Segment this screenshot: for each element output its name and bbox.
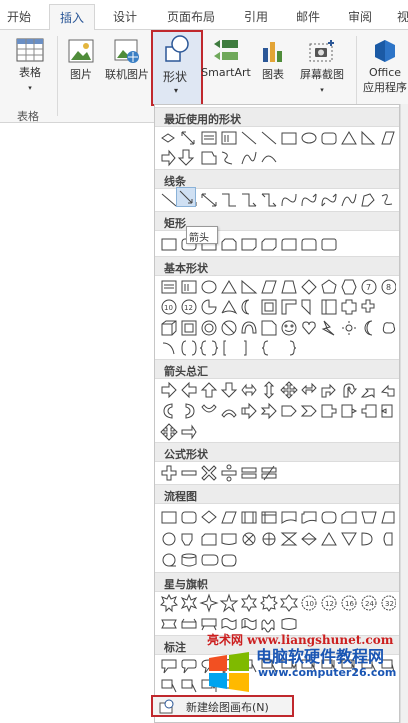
svg-text:16: 16 (345, 600, 354, 608)
recent-shapes-row-2 (160, 148, 396, 168)
shape-tooltip: 箭头 (186, 226, 218, 244)
tab-insert[interactable]: 插入 (49, 4, 96, 31)
basic-shapes-icons-1[interactable]: 7 8 (160, 277, 396, 297)
screenshot-icon (309, 40, 334, 62)
arrows-row-2 (160, 401, 396, 421)
recent-shapes-row (160, 128, 396, 148)
section-block-arrows: 箭头总汇 (155, 359, 399, 379)
online-picture-button[interactable]: 联机图片 (102, 34, 152, 82)
ribbon-tab-bar: 开始 插入 设计 页面布局 引用 邮件 审阅 视 (0, 0, 408, 31)
shapes-button[interactable]: 形状 ▾ (151, 30, 203, 106)
svg-text:8: 8 (386, 283, 391, 292)
recent-shapes-icons[interactable] (160, 128, 396, 148)
picture-button[interactable]: 图片 (64, 34, 98, 82)
smartart-label: SmartArt (201, 66, 251, 79)
gallery-scrollbar[interactable] (400, 104, 408, 723)
stars-icons-1[interactable]: 10 12 16 24 32 (160, 593, 396, 613)
basic-shapes-row-4 (160, 338, 396, 358)
callouts-icons-2[interactable] (160, 676, 396, 696)
basic-shapes-row-1: 7 8 (160, 277, 396, 297)
svg-text:12: 12 (325, 600, 334, 608)
equation-row (160, 463, 396, 483)
shapes-icon (165, 35, 189, 62)
online-picture-icon (114, 39, 139, 63)
shapes-label: 形状 (163, 70, 188, 84)
section-lines: 线条 (155, 169, 399, 189)
section-recent-shapes: 最近使用的形状 (155, 107, 399, 127)
new-drawing-canvas-label: 新建绘图画布(N) (186, 701, 269, 714)
recent-shapes-icons-2[interactable] (160, 148, 396, 168)
flowchart-icons-3[interactable] (160, 550, 396, 570)
picture-label: 图片 (70, 68, 92, 81)
screenshot-button[interactable]: 屏幕截图 ▾ (294, 34, 350, 95)
flowchart-icons-2[interactable] (160, 529, 396, 549)
block-arrows-icons-1[interactable] (160, 380, 396, 400)
tab-mailings[interactable]: 邮件 (296, 8, 320, 25)
office-label-line2: 应用程序 (363, 81, 407, 94)
tab-review[interactable]: 审阅 (348, 8, 372, 25)
basic-shapes-icons-4[interactable] (160, 338, 396, 358)
block-arrows-icons-2[interactable] (160, 401, 396, 421)
equation-shapes-icons[interactable] (160, 463, 396, 483)
section-stars-banners: 星与旗帜 (155, 572, 399, 592)
tab-references[interactable]: 引用 (244, 8, 268, 25)
watermark-computer26-url: www.computer26.com (258, 666, 397, 679)
screenshot-label: 屏幕截图 (300, 68, 344, 81)
block-arrows-icons-3[interactable] (160, 422, 396, 442)
svg-text:12: 12 (184, 304, 193, 312)
table-label: 表格 (19, 66, 41, 79)
flowchart-row-3 (160, 550, 396, 570)
group-separator (57, 36, 58, 116)
flowchart-row-2 (160, 529, 396, 549)
office-label-line1: Office (368, 66, 402, 79)
table-button[interactable]: 表格 ▾ (10, 34, 50, 93)
basic-shapes-icons-2[interactable]: 10 12 (160, 297, 396, 317)
online-picture-label: 联机图片 (105, 68, 149, 81)
stars-row-1: 10 12 16 24 32 (160, 593, 396, 613)
callouts-row-2 (160, 676, 396, 696)
windows-logo-icon (209, 652, 249, 692)
tab-page-layout[interactable]: 页面布局 (167, 8, 215, 25)
office-apps-button[interactable]: Office 应用程序 (362, 34, 408, 95)
flowchart-row-1 (160, 507, 396, 527)
svg-text:10: 10 (164, 304, 173, 312)
watermark-computer26-title: 电脑软硬件教程网 (256, 647, 385, 666)
basic-shapes-icons-3[interactable] (160, 318, 396, 338)
chart-button[interactable]: 图表 (256, 34, 290, 82)
arrow-line-icon (179, 190, 193, 204)
svg-text:32: 32 (385, 600, 394, 608)
arrows-row-3 (160, 422, 396, 442)
smartart-button[interactable]: SmartArt (201, 34, 251, 79)
arrows-row-1 (160, 380, 396, 400)
tab-home[interactable]: 开始 (7, 8, 31, 25)
basic-shapes-row-2: 10 12 (160, 297, 396, 317)
office-store-icon (375, 40, 395, 62)
picture-icon (68, 39, 94, 63)
section-basic-shapes: 基本形状 (155, 256, 399, 276)
smartart-icon (214, 40, 238, 60)
canvas-icon (159, 699, 174, 714)
tab-design[interactable]: 设计 (113, 8, 137, 25)
svg-text:7: 7 (366, 283, 371, 292)
section-equation-shapes: 公式形状 (155, 442, 399, 462)
shapes-dropdown-arrow: ▾ (174, 86, 179, 95)
basic-shapes-row-3 (160, 318, 396, 338)
tab-view[interactable]: 视 (397, 8, 408, 25)
svg-text:24: 24 (365, 600, 374, 608)
section-flowchart: 流程图 (155, 484, 399, 504)
chart-label: 图表 (262, 68, 284, 81)
flowchart-icons-1[interactable] (160, 507, 396, 527)
arrow-line-shape-hover[interactable] (176, 187, 196, 207)
table-icon (16, 38, 44, 62)
chart-icon (263, 42, 282, 62)
svg-text:10: 10 (305, 600, 314, 608)
table-group-label: 表格 (17, 110, 39, 123)
